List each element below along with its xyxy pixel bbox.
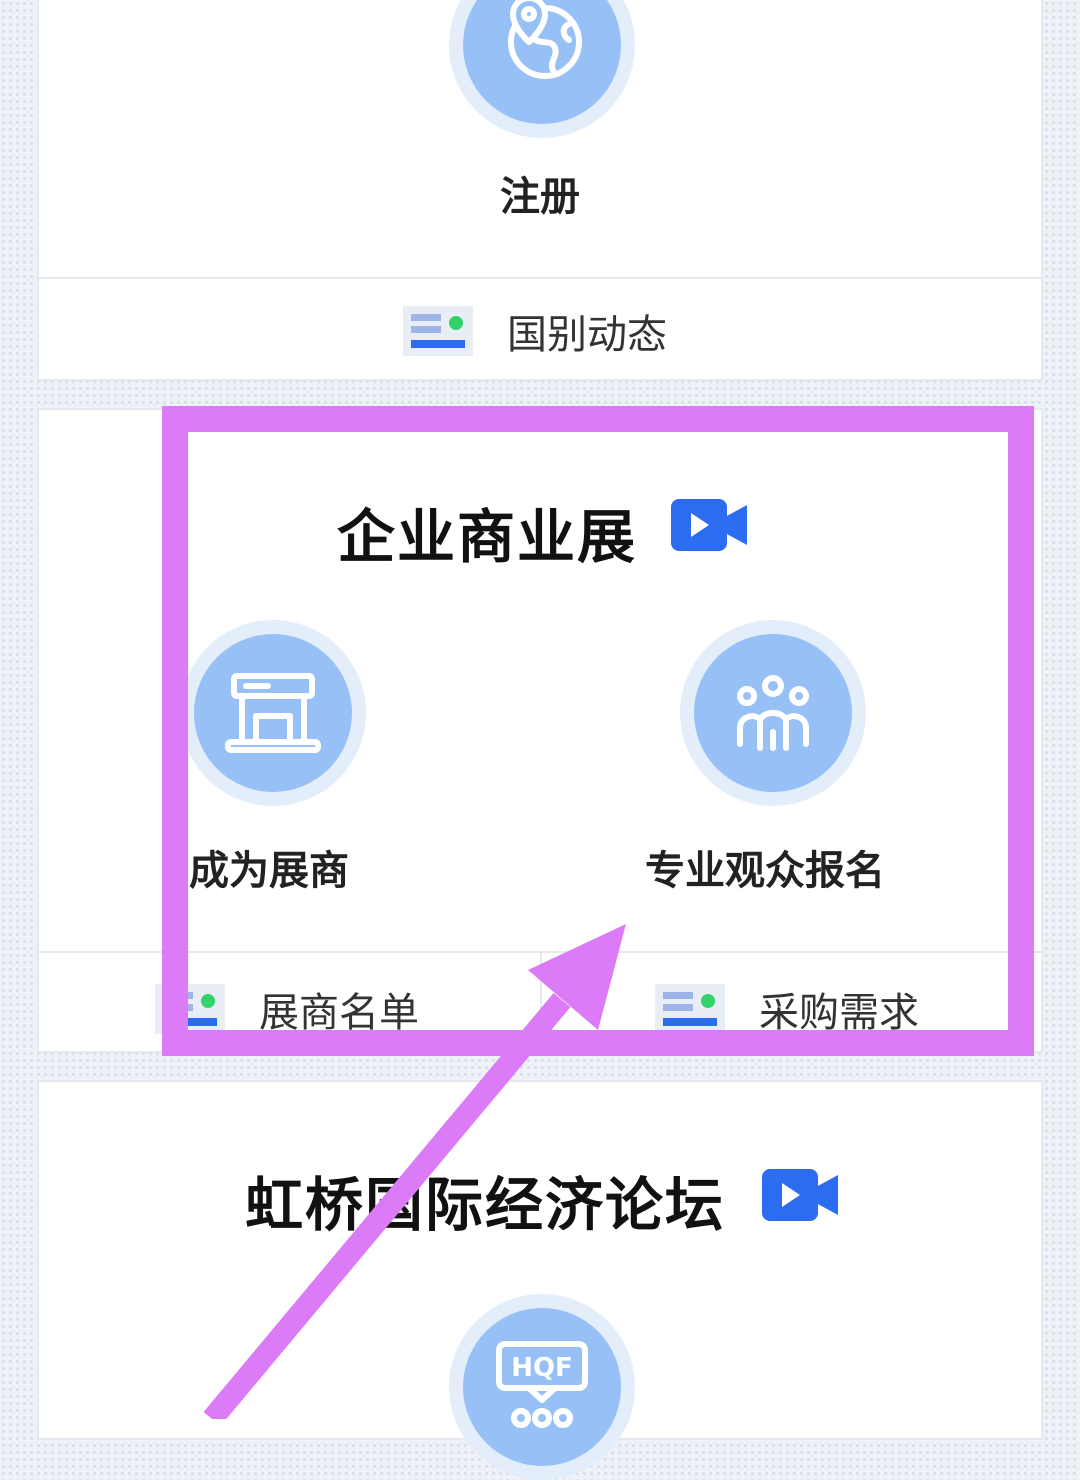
- audience-registration-icon-wrap[interactable]: [680, 620, 866, 806]
- become-exhibitor-icon-wrap[interactable]: [180, 620, 366, 806]
- register-card: 注册 国别动态: [37, 0, 1043, 381]
- become-exhibitor-label[interactable]: 成为展商: [189, 838, 349, 896]
- register-button-icon-wrap[interactable]: [449, 0, 635, 138]
- forum-title: 虹桥国际经济论坛: [245, 1171, 726, 1239]
- forum-card: 虹桥国际经济论坛 HQF: [37, 1080, 1043, 1480]
- country-news-link[interactable]: 国别动态: [403, 302, 667, 360]
- card-divider-vertical: [540, 953, 542, 1053]
- procurement-demand-label: 采购需求: [759, 990, 919, 1036]
- exhibition-booth-icon: [225, 673, 321, 753]
- country-news-label: 国别动态: [507, 312, 667, 358]
- exhibitor-list-label: 展商名单: [259, 990, 419, 1036]
- exhibitor-list-link[interactable]: 展商名单: [155, 980, 419, 1038]
- globe-location-icon: [508, 0, 582, 79]
- business-exhibition-title: 企业商业展: [337, 503, 638, 571]
- audience-registration-label[interactable]: 专业观众报名: [645, 838, 885, 896]
- hqf-text: HQF: [511, 1353, 573, 1383]
- news-list-icon: [655, 984, 725, 1034]
- news-list-icon: [155, 984, 225, 1034]
- procurement-demand-link[interactable]: 采购需求: [655, 980, 919, 1038]
- card-divider: [39, 277, 1041, 279]
- video-camera-icon[interactable]: [762, 1169, 838, 1221]
- forum-icon-wrap[interactable]: HQF: [449, 1294, 635, 1480]
- news-list-icon: [403, 306, 473, 356]
- hqf-presentation-icon: HQF: [496, 1341, 588, 1428]
- video-camera-icon[interactable]: [671, 499, 747, 551]
- business-exhibition-card: 企业商业展 成为展商 专业观众报名 展商名单 采购需求: [37, 408, 1043, 1053]
- audience-group-icon: [737, 675, 809, 751]
- register-label[interactable]: 注册: [500, 164, 580, 222]
